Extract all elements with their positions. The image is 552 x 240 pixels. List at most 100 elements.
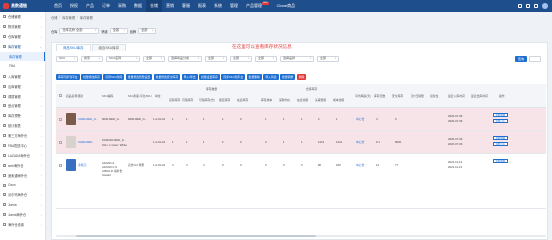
inventory-panel: 商品SKU库存 组合SKU库存 在这里可以查看库存状况信息 SKU ▾ 搜索 ▾ S… xyxy=(51,42,548,240)
row-checkbox[interactable] xyxy=(59,141,62,144)
sidebar-item[interactable]: FBA配送中心 › xyxy=(0,141,45,151)
filter-select[interactable]: SKU ▾ xyxy=(56,56,78,62)
sidebar-item[interactable]: 速卖通海外仓 › xyxy=(0,170,45,180)
action-button[interactable]: 批量修改预警设置 xyxy=(125,74,153,80)
view-log-button[interactable]: 查看日志 xyxy=(493,119,508,123)
sidebar-item[interactable]: 物流管理 › xyxy=(0,22,45,32)
sidebar-item-stock[interactable]: 库存管理 ⌄ xyxy=(0,42,45,52)
nav-item[interactable]: 营销 xyxy=(162,0,178,12)
filter-select[interactable]: 选择商品分类 ▾ xyxy=(168,56,202,62)
nav-item[interactable]: 客服 xyxy=(178,0,194,12)
sidebar-subitem[interactable]: FBA xyxy=(0,61,45,71)
action-button[interactable]: 同步SKU到平台 xyxy=(221,74,246,80)
nav-item[interactable]: Clone商品 xyxy=(273,0,299,12)
sidebar-item[interactable]: 出库管理 › xyxy=(0,81,45,91)
sidebar-subitem-active[interactable]: 库存管理 xyxy=(0,51,45,62)
product-name[interactable]: SHIRI-RED_G.. xyxy=(78,117,98,121)
scrollbar-thumb[interactable] xyxy=(76,235,316,237)
tab-sku-stock[interactable]: 商品SKU库存 xyxy=(56,44,91,51)
view-detail-button[interactable]: 查看明细 xyxy=(493,136,508,140)
filter-select[interactable]: 全部 ▾ xyxy=(205,56,227,62)
action-button[interactable]: 打印SKU条码 xyxy=(103,74,125,80)
row-checkbox[interactable] xyxy=(59,118,62,121)
view-detail-button[interactable]: 查看明细 xyxy=(493,113,508,117)
sidebar-item[interactable]: web海外仓 › xyxy=(0,160,45,170)
breadcrumb-separator: / xyxy=(59,15,61,19)
filter-select[interactable]: 全部 ▾ xyxy=(143,56,165,62)
avatar[interactable] xyxy=(542,3,548,9)
action-button[interactable]: 批量修改库存 xyxy=(81,74,102,80)
query-button[interactable]: 查询 xyxy=(514,56,527,62)
sidebar-item[interactable]: 仓库管理 › xyxy=(0,32,45,42)
reset-button[interactable] xyxy=(529,56,541,62)
product-thumbnail[interactable] xyxy=(66,113,76,125)
action-button[interactable]: 导入/导出 xyxy=(181,74,198,80)
message-icon[interactable] xyxy=(518,4,522,8)
sidebar-item[interactable]: 入库管理 › xyxy=(0,71,45,81)
view-log-button[interactable]: 查看日志 xyxy=(493,142,508,146)
row-checkbox[interactable] xyxy=(59,164,62,167)
sidebar-item[interactable]: 统计报表 › xyxy=(0,121,45,131)
nav-item[interactable]: 数据 xyxy=(130,0,146,12)
nav-item[interactable]: 授权 xyxy=(66,0,82,12)
table-row[interactable]: SHIRI-RED.. 100001R-RED_S.. SGn: 1 Color… xyxy=(56,131,546,154)
sidebar-item[interactable]: 盘点管理 › xyxy=(0,101,45,111)
nav-item[interactable]: 首页 xyxy=(50,0,66,12)
filter-select[interactable]: SKU名称 ▾ xyxy=(106,56,140,62)
sidebar-item[interactable]: 仓储管理 › xyxy=(0,12,45,22)
product-name[interactable]: 手机壳 xyxy=(78,163,86,167)
sidebar-item[interactable]: 库存预警 › xyxy=(0,111,45,121)
nav-item[interactable]: 产品 xyxy=(82,0,98,12)
brand-select[interactable]: 全部 ▾ xyxy=(138,28,157,34)
col-header: 最近出库时间 xyxy=(471,94,488,98)
sidebar-item[interactable]: LAZADA海外仓 › xyxy=(0,150,45,160)
menu-icon xyxy=(3,144,6,148)
nav-item[interactable]: 管理 xyxy=(226,0,242,12)
brand-logo[interactable]: 易数通链 xyxy=(3,2,41,10)
tab-combo-stock[interactable]: 组合SKU库存 xyxy=(91,44,127,51)
type-select[interactable]: 全部 ▾ xyxy=(109,28,128,34)
help-icon[interactable] xyxy=(526,4,530,8)
product-name[interactable]: SHIRI-RED.. xyxy=(78,140,94,144)
action-button[interactable]: 库存同步到平台 xyxy=(56,74,80,80)
view-detail-button[interactable]: 查看明细 xyxy=(493,159,508,163)
sidebar-item[interactable]: Ozon › xyxy=(0,180,45,190)
nav-item-active[interactable]: 仓储 xyxy=(146,0,162,12)
last-in-date: 2020-07-09 xyxy=(448,137,463,141)
action-button[interactable]: 批量修改安全库存 xyxy=(153,74,181,80)
warehouse-select[interactable]: 仓库名称 全部 ▾ xyxy=(59,28,100,34)
horizontal-scrollbar[interactable] xyxy=(56,235,546,237)
delete-button[interactable]: 删除 xyxy=(296,74,307,80)
warehouse-tag[interactable]: 中心仓 xyxy=(356,163,364,167)
filter-select[interactable]: 全部 ▾ xyxy=(255,56,277,62)
breadcrumb-item[interactable]: 仓储 xyxy=(51,15,57,20)
sidebar-item[interactable]: Jumia海外仓 › xyxy=(0,210,45,220)
nav-item[interactable]: 系统 xyxy=(210,0,226,12)
sidebar-item[interactable]: 沃尔玛海外仓 › xyxy=(0,190,45,200)
nav-item[interactable]: 报表 xyxy=(194,0,210,12)
table-row[interactable]: SHIRI-RED_G.. 0000-RED_G.. 0000-RED_G.. … xyxy=(56,108,546,131)
action-button[interactable]: 批量删除 xyxy=(246,74,262,80)
sidebar-item[interactable]: Jumia › xyxy=(0,200,45,210)
warehouse-tag[interactable]: 中心仓 xyxy=(356,117,364,121)
action-button[interactable]: 批量调整 xyxy=(280,74,296,80)
filter-select[interactable]: 全部 ▾ xyxy=(230,56,252,62)
filter-select[interactable]: 搜索 ▾ xyxy=(81,56,103,62)
table-row[interactable]: 手机壳 A10231-0 A10010 C-5 A0510-D 海外仓 Scar… xyxy=(56,154,546,209)
sidebar-item[interactable]: 第三方海外仓 › xyxy=(0,131,45,141)
action-button[interactable]: 导入列表 xyxy=(263,74,279,80)
sidebar-item[interactable]: 调拨管理 › xyxy=(0,91,45,101)
nav-item[interactable]: 订单 xyxy=(98,0,114,12)
product-thumbnail[interactable] xyxy=(66,136,76,148)
filter-select[interactable]: 全部 ▾ xyxy=(317,56,339,62)
nav-item[interactable]: 产品管理NEW xyxy=(242,0,273,12)
select-all-checkbox[interactable] xyxy=(59,94,62,97)
sidebar-item[interactable]: 海外仓设置 › xyxy=(0,220,45,230)
settings-icon[interactable] xyxy=(534,4,538,8)
filter-select[interactable]: 选择品牌 ▾ xyxy=(280,56,314,62)
nav-item[interactable]: 采购 xyxy=(114,0,130,12)
product-thumbnail[interactable] xyxy=(66,159,76,171)
warehouse-tag[interactable]: 中心仓 xyxy=(356,140,364,144)
action-button[interactable]: 批量设置库存 xyxy=(199,74,220,80)
breadcrumb-item[interactable]: 库存管理 xyxy=(62,15,75,20)
